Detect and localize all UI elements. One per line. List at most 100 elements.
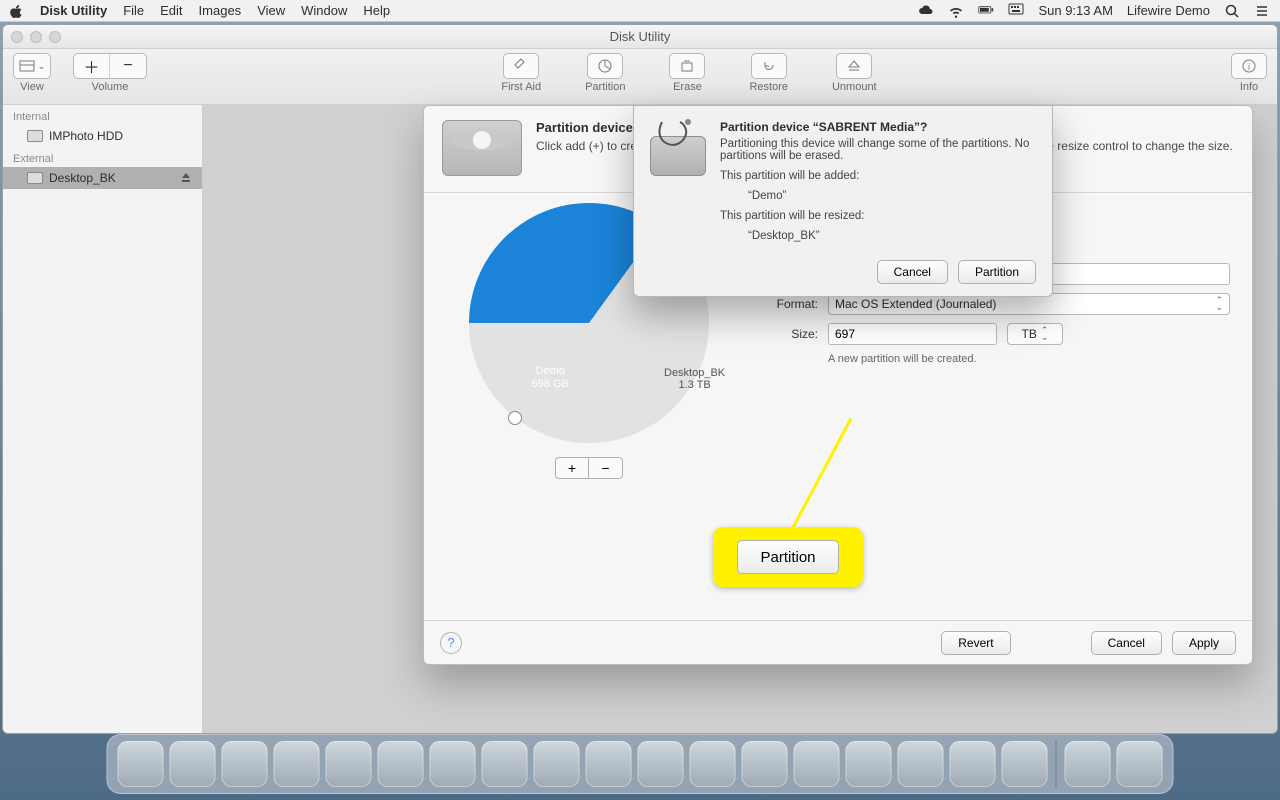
alert-resized-value: “Desktop_BK” bbox=[748, 230, 1036, 242]
dock-app-launchpad[interactable] bbox=[222, 741, 268, 787]
menubar: Disk Utility File Edit Images View Windo… bbox=[0, 0, 1280, 22]
chevron-updown-icon: ⌃⌄ bbox=[1215, 297, 1223, 311]
erase-button[interactable] bbox=[669, 53, 705, 79]
dock-trash[interactable] bbox=[1117, 741, 1163, 787]
content-area: 2 TB USB External Physical Volume Disabl… bbox=[203, 105, 1277, 733]
sidebar-item-label: IMPhoto HDD bbox=[49, 129, 123, 143]
dock-app-maps[interactable] bbox=[586, 741, 632, 787]
menu-file[interactable]: File bbox=[123, 3, 144, 18]
dock-app-ibooks[interactable] bbox=[846, 741, 892, 787]
sidebar: Internal IMPhoto HDD External Desktop_BK bbox=[3, 105, 203, 733]
alert-added-value: “Demo” bbox=[748, 190, 1036, 202]
unmount-label: Unmount bbox=[832, 81, 877, 93]
pie-demo-label: Demo698 GB bbox=[532, 365, 569, 391]
info-label: Info bbox=[1240, 81, 1258, 93]
dock-app-preferences[interactable] bbox=[950, 741, 996, 787]
menubar-clock[interactable]: Sun 9:13 AM bbox=[1038, 3, 1112, 18]
menubar-app-name[interactable]: Disk Utility bbox=[40, 3, 107, 18]
close-traffic-light[interactable] bbox=[11, 31, 23, 43]
disk-icon bbox=[27, 130, 43, 142]
dock-app-siri[interactable] bbox=[170, 741, 216, 787]
cancel-button[interactable]: Cancel bbox=[1091, 631, 1162, 655]
highlight-callout: Partition bbox=[713, 527, 863, 587]
menu-window[interactable]: Window bbox=[301, 3, 347, 18]
dock-app-mail[interactable] bbox=[326, 741, 372, 787]
wifi-icon[interactable] bbox=[948, 3, 964, 19]
toolbar-view-label: View bbox=[20, 81, 44, 93]
creative-cloud-icon[interactable] bbox=[918, 3, 934, 19]
disk-icon bbox=[27, 172, 43, 184]
menubar-user[interactable]: Lifewire Demo bbox=[1127, 3, 1210, 18]
alert-resized-header: This partition will be resized: bbox=[720, 210, 1036, 222]
dock-recent-doc[interactable] bbox=[1065, 741, 1111, 787]
alert-added-header: This partition will be added: bbox=[720, 170, 1036, 182]
toolbar: ⌄ View ＋ − Volume First Aid Partition Er… bbox=[3, 49, 1277, 105]
first-aid-label: First Aid bbox=[501, 81, 541, 93]
dock-app-disk-utility[interactable] bbox=[1002, 741, 1048, 787]
toolbar-view-group: ⌄ View bbox=[13, 53, 51, 93]
spotlight-icon[interactable] bbox=[1224, 3, 1240, 19]
dock bbox=[107, 734, 1174, 794]
drive-icon bbox=[442, 120, 522, 176]
dock-app-messages[interactable] bbox=[690, 741, 736, 787]
sidebar-item-imphoto[interactable]: IMPhoto HDD bbox=[3, 125, 202, 147]
dock-app-calendar[interactable] bbox=[430, 741, 476, 787]
volume-remove-button[interactable]: − bbox=[110, 54, 146, 78]
partition-toolbar-button[interactable] bbox=[587, 53, 623, 79]
dock-app-photos[interactable] bbox=[638, 741, 684, 787]
unmount-button[interactable] bbox=[836, 53, 872, 79]
restore-label: Restore bbox=[749, 81, 788, 93]
restore-button[interactable] bbox=[751, 53, 787, 79]
sidebar-item-label: Desktop_BK bbox=[49, 171, 116, 185]
add-partition-button[interactable]: + bbox=[555, 457, 589, 479]
highlight-partition-button: Partition bbox=[737, 540, 838, 574]
menu-images[interactable]: Images bbox=[199, 3, 242, 18]
size-label: Size: bbox=[754, 327, 818, 341]
window-titlebar: Disk Utility bbox=[3, 25, 1277, 49]
dock-app-itunes[interactable] bbox=[794, 741, 840, 787]
dock-app-contacts[interactable] bbox=[378, 741, 424, 787]
info-button[interactable]: i bbox=[1231, 53, 1267, 79]
minimize-traffic-light[interactable] bbox=[30, 31, 42, 43]
size-unit-select[interactable]: TB ⌃⌄ bbox=[1007, 323, 1063, 345]
sidebar-item-desktop-bk[interactable]: Desktop_BK bbox=[3, 167, 202, 189]
erase-label: Erase bbox=[673, 81, 702, 93]
alert-partition-button[interactable]: Partition bbox=[958, 260, 1036, 284]
zoom-traffic-light[interactable] bbox=[49, 31, 61, 43]
menu-view[interactable]: View bbox=[257, 3, 285, 18]
menu-edit[interactable]: Edit bbox=[160, 3, 182, 18]
partition-toolbar-label: Partition bbox=[585, 81, 625, 93]
pie-bk-label: Desktop_BK1.3 TB bbox=[664, 367, 725, 391]
format-value: Mac OS Extended (Journaled) bbox=[835, 297, 996, 311]
size-input[interactable] bbox=[828, 323, 997, 345]
first-aid-button[interactable] bbox=[503, 53, 539, 79]
toolbar-volume-label: Volume bbox=[92, 81, 129, 93]
apple-logo-icon[interactable] bbox=[10, 4, 24, 18]
eject-icon[interactable] bbox=[180, 171, 192, 186]
dock-separator bbox=[1056, 741, 1057, 787]
alert-body: Partitioning this device will change som… bbox=[720, 138, 1036, 162]
dock-app-finder[interactable] bbox=[118, 741, 164, 787]
help-button[interactable]: ? bbox=[440, 632, 462, 654]
window-title: Disk Utility bbox=[610, 29, 671, 44]
size-unit-value: TB bbox=[1022, 327, 1037, 341]
battery-icon[interactable] bbox=[978, 3, 994, 19]
dock-app-safari[interactable] bbox=[274, 741, 320, 787]
keyboard-icon[interactable] bbox=[1008, 3, 1024, 19]
alert-cancel-button[interactable]: Cancel bbox=[877, 260, 948, 284]
volume-add-button[interactable]: ＋ bbox=[74, 54, 110, 78]
dock-app-appstore[interactable] bbox=[898, 741, 944, 787]
revert-button[interactable]: Revert bbox=[941, 631, 1010, 655]
pie-resize-handle[interactable] bbox=[508, 411, 522, 425]
disk-utility-window: Disk Utility ⌄ View ＋ − Volume First Aid… bbox=[2, 24, 1278, 734]
dock-app-reminders[interactable] bbox=[534, 741, 580, 787]
remove-partition-button[interactable]: − bbox=[589, 457, 623, 479]
apply-button[interactable]: Apply bbox=[1172, 631, 1236, 655]
dock-app-notes[interactable] bbox=[482, 741, 528, 787]
notification-center-icon[interactable] bbox=[1254, 3, 1270, 19]
menu-help[interactable]: Help bbox=[363, 3, 390, 18]
view-mode-button[interactable]: ⌄ bbox=[14, 54, 50, 78]
format-label: Format: bbox=[754, 297, 818, 311]
dock-app-facetime[interactable] bbox=[742, 741, 788, 787]
partition-note: A new partition will be created. bbox=[828, 353, 1230, 365]
